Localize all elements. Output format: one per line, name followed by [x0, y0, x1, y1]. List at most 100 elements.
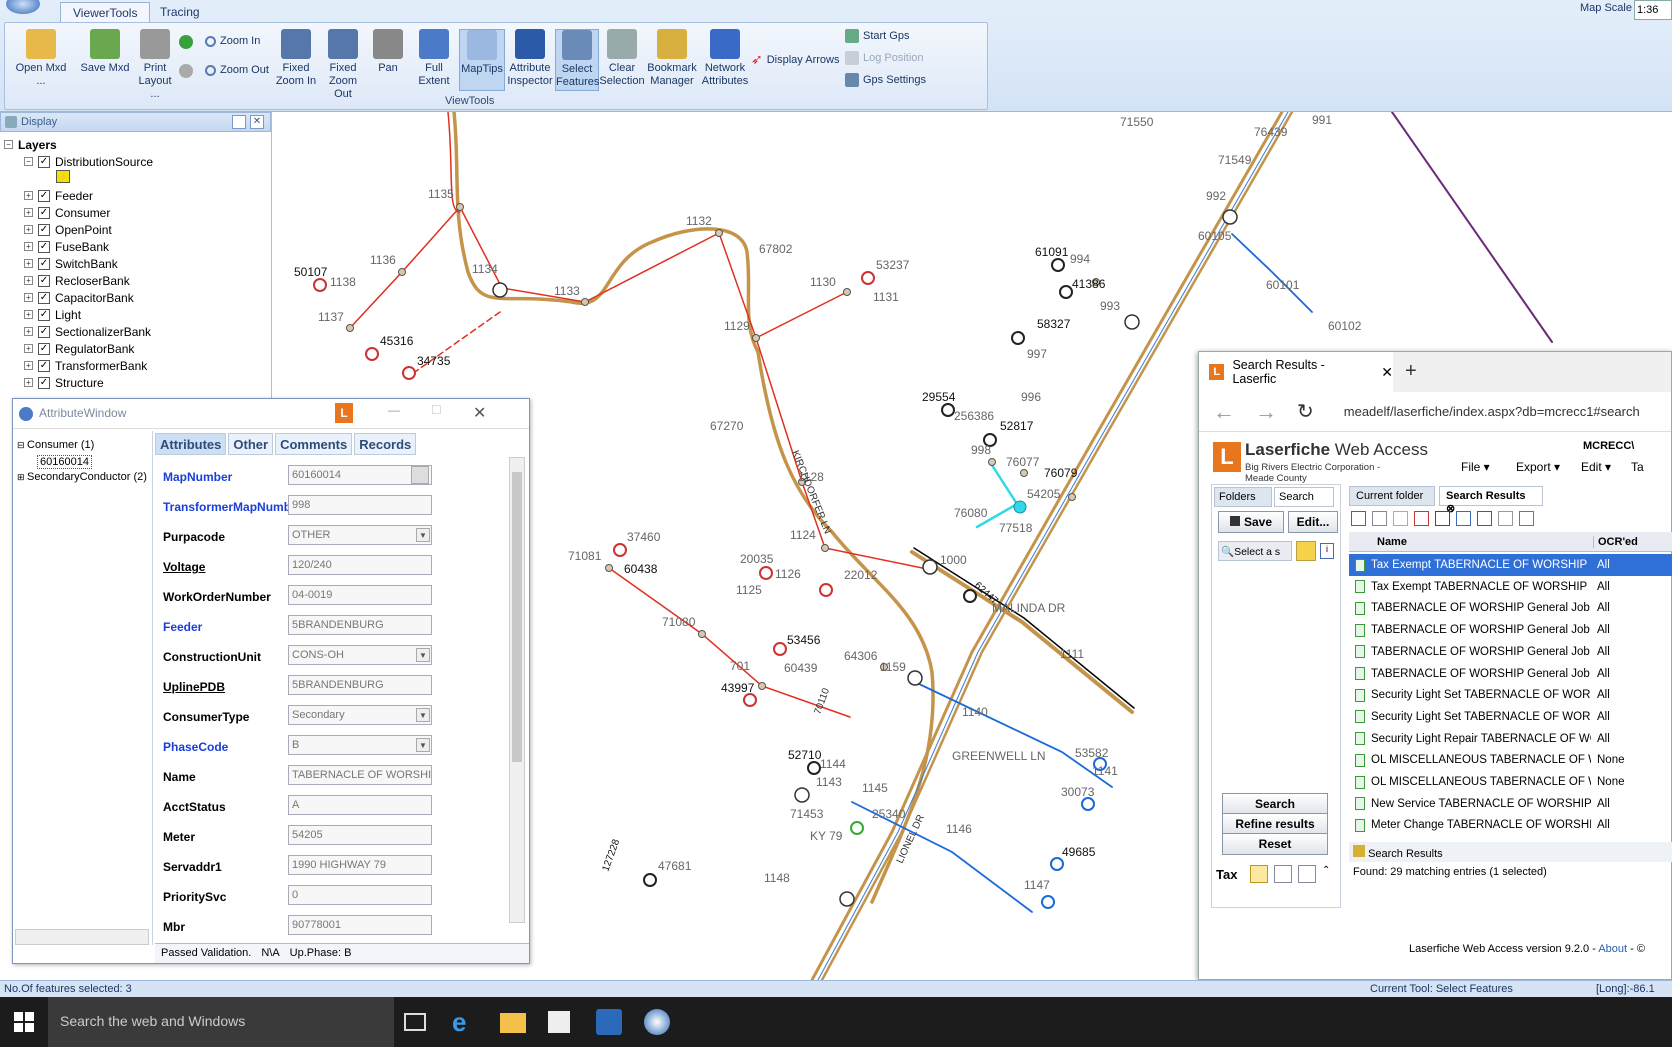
field-value-input[interactable]: Secondary	[288, 705, 432, 725]
layer-checkbox[interactable]: ✓	[38, 342, 50, 355]
layer-distributionsource[interactable]: − ✓ DistributionSource	[24, 153, 153, 170]
reset-button[interactable]: Reset	[1222, 833, 1328, 855]
structure-pole-node[interactable]	[698, 630, 706, 638]
structure-pole-node[interactable]	[988, 458, 996, 466]
field-value-input[interactable]: A	[288, 795, 432, 815]
structure-pole-node[interactable]	[715, 229, 723, 237]
layer-checkbox[interactable]: ✓	[38, 189, 50, 202]
consumer-node[interactable]	[1041, 895, 1055, 909]
layer-sectionalizerbank[interactable]: + ✓ SectionalizerBank	[24, 323, 151, 340]
forward-icon[interactable]: →	[1255, 399, 1277, 425]
save-button[interactable]: Save	[1218, 511, 1284, 533]
expand-icon[interactable]: +	[24, 276, 33, 285]
log-position-button[interactable]: Log Position	[845, 51, 924, 65]
close-icon[interactable]: ✕	[473, 403, 486, 423]
fixed-zoom-out-button[interactable]: Fixed Zoom Out	[321, 29, 365, 100]
refresh-icon[interactable]	[1519, 511, 1534, 526]
browser-tab[interactable]: L Search Results - Laserfic ✕	[1199, 352, 1393, 392]
consumer-node[interactable]	[1051, 258, 1065, 272]
field-value-input[interactable]: 90778001	[288, 915, 432, 935]
structure-pole-node[interactable]	[605, 564, 613, 572]
tab-viewertools[interactable]: ViewerTools	[60, 2, 151, 22]
layer-checkbox[interactable]: ✓	[38, 206, 50, 219]
transformer-node[interactable]	[839, 891, 855, 907]
pin-icon[interactable]	[232, 115, 246, 129]
result-row[interactable]: Security Light Set TABERNACLE OF WORSHI A…	[1349, 706, 1672, 728]
result-row[interactable]: TABERNACLE OF WORSHIP General Job Ord All	[1349, 663, 1672, 685]
gps-settings-button[interactable]: Gps Settings	[845, 73, 926, 87]
selected-consumer-node[interactable]	[1013, 500, 1027, 514]
menu-export[interactable]: Export ▾	[1516, 460, 1560, 474]
collapse-icon[interactable]: −	[24, 157, 33, 166]
laserfiche-icon[interactable]: L	[335, 403, 353, 423]
delete-icon[interactable]	[1477, 511, 1492, 526]
tab-search-results[interactable]: Search Results ⊗	[1439, 486, 1543, 515]
attribute-inspector-button[interactable]: Attribute Inspector	[507, 29, 553, 91]
transformer-node[interactable]	[794, 787, 810, 803]
expand-icon[interactable]: +	[24, 293, 33, 302]
expand-icon[interactable]: +	[24, 344, 33, 353]
result-row[interactable]: Tax Exempt TABERNACLE OF WORSHIP (2) All	[1349, 554, 1672, 576]
expand-icon[interactable]: +	[24, 310, 33, 319]
field-value-input[interactable]: CONS-OH	[288, 645, 432, 665]
consumer-node[interactable]	[1081, 797, 1095, 811]
menu-tasks[interactable]: Ta	[1631, 460, 1644, 474]
structure-pole-node[interactable]	[1020, 469, 1028, 477]
consumer-node[interactable]	[850, 821, 864, 835]
field-value-input[interactable]: 54205	[288, 825, 432, 845]
transformer-node[interactable]	[1124, 314, 1140, 330]
tab-attributes[interactable]: Attributes	[155, 433, 227, 455]
consumer-node[interactable]	[1050, 857, 1064, 871]
tab-current-folder[interactable]: Current folder	[1349, 486, 1435, 506]
document-icon[interactable]	[1393, 511, 1408, 526]
print-layout-button[interactable]: Print Layout ...	[133, 29, 177, 100]
store-icon[interactable]	[548, 1011, 570, 1033]
expand-icon[interactable]: +	[24, 259, 33, 268]
tree-item-consumer[interactable]: ⊟ Consumer (1)	[17, 439, 94, 451]
zoom-out-button[interactable]: Zoom Out	[205, 64, 269, 76]
column-ocr[interactable]: OCR'ed	[1593, 536, 1638, 548]
layer-transformerbank[interactable]: + ✓ TransformerBank	[24, 357, 147, 374]
field-value-input[interactable]: B	[288, 735, 432, 755]
field-value-input[interactable]: 04-0019	[288, 585, 432, 605]
tab-tracing[interactable]: Tracing	[148, 2, 212, 22]
structure-pole-node[interactable]	[581, 298, 589, 306]
viewer-app-icon[interactable]	[644, 1009, 670, 1035]
file-explorer-icon[interactable]	[500, 1013, 526, 1033]
consumer-node[interactable]	[1059, 285, 1073, 299]
structure-pole-node[interactable]	[456, 203, 464, 211]
layer-checkbox[interactable]: ✓	[38, 274, 50, 287]
export-icon[interactable]	[1498, 511, 1513, 526]
download-icon[interactable]	[1456, 511, 1471, 526]
search-button[interactable]: Search	[1222, 793, 1328, 815]
structure-pole-node[interactable]	[1068, 493, 1076, 501]
edge-browser-icon[interactable]: e	[452, 1009, 478, 1035]
tab-comments[interactable]: Comments	[275, 433, 353, 455]
field-value-input[interactable]: 1990 HIGHWAY 79	[288, 855, 432, 875]
fixed-zoom-in-button[interactable]: Fixed Zoom In	[275, 29, 317, 91]
consumer-node[interactable]	[643, 873, 657, 887]
map-scale-input[interactable]: 1:36	[1634, 0, 1672, 20]
full-extent-button[interactable]: Full Extent	[409, 29, 459, 91]
transformer-node[interactable]	[907, 670, 923, 686]
layer-consumer[interactable]: + ✓ Consumer	[24, 204, 110, 221]
result-row[interactable]: Tax Exempt TABERNACLE OF WORSHIP All	[1349, 576, 1672, 598]
close-icon[interactable]: ✕	[250, 115, 264, 129]
user-name[interactable]: MCRECC\	[1583, 440, 1634, 452]
structure-pole-node[interactable]	[752, 334, 760, 342]
layer-fusebank[interactable]: + ✓ FuseBank	[24, 238, 109, 255]
start-gps-button[interactable]: Start Gps	[845, 29, 909, 43]
field-value-input[interactable]: TABERNACLE OF WORSHIP	[288, 765, 432, 785]
structure-pole-node[interactable]	[821, 544, 829, 552]
layer-checkbox[interactable]: ✓	[38, 376, 50, 389]
windows-start-icon[interactable]	[14, 1012, 34, 1032]
expand-icon[interactable]: +	[24, 327, 33, 336]
column-name[interactable]: Name	[1377, 536, 1407, 548]
consumer-node[interactable]	[743, 693, 757, 707]
result-row[interactable]: TABERNACLE OF WORSHIP General Job Ord All	[1349, 641, 1672, 663]
consumer-node[interactable]	[861, 271, 875, 285]
layer-checkbox[interactable]: ✓	[38, 155, 50, 168]
result-row[interactable]: OL MISCELLANEOUS TABERNACLE OF W None	[1349, 771, 1672, 793]
consumer-node[interactable]	[941, 403, 955, 417]
network-attributes-button[interactable]: Network Attributes	[699, 29, 751, 91]
